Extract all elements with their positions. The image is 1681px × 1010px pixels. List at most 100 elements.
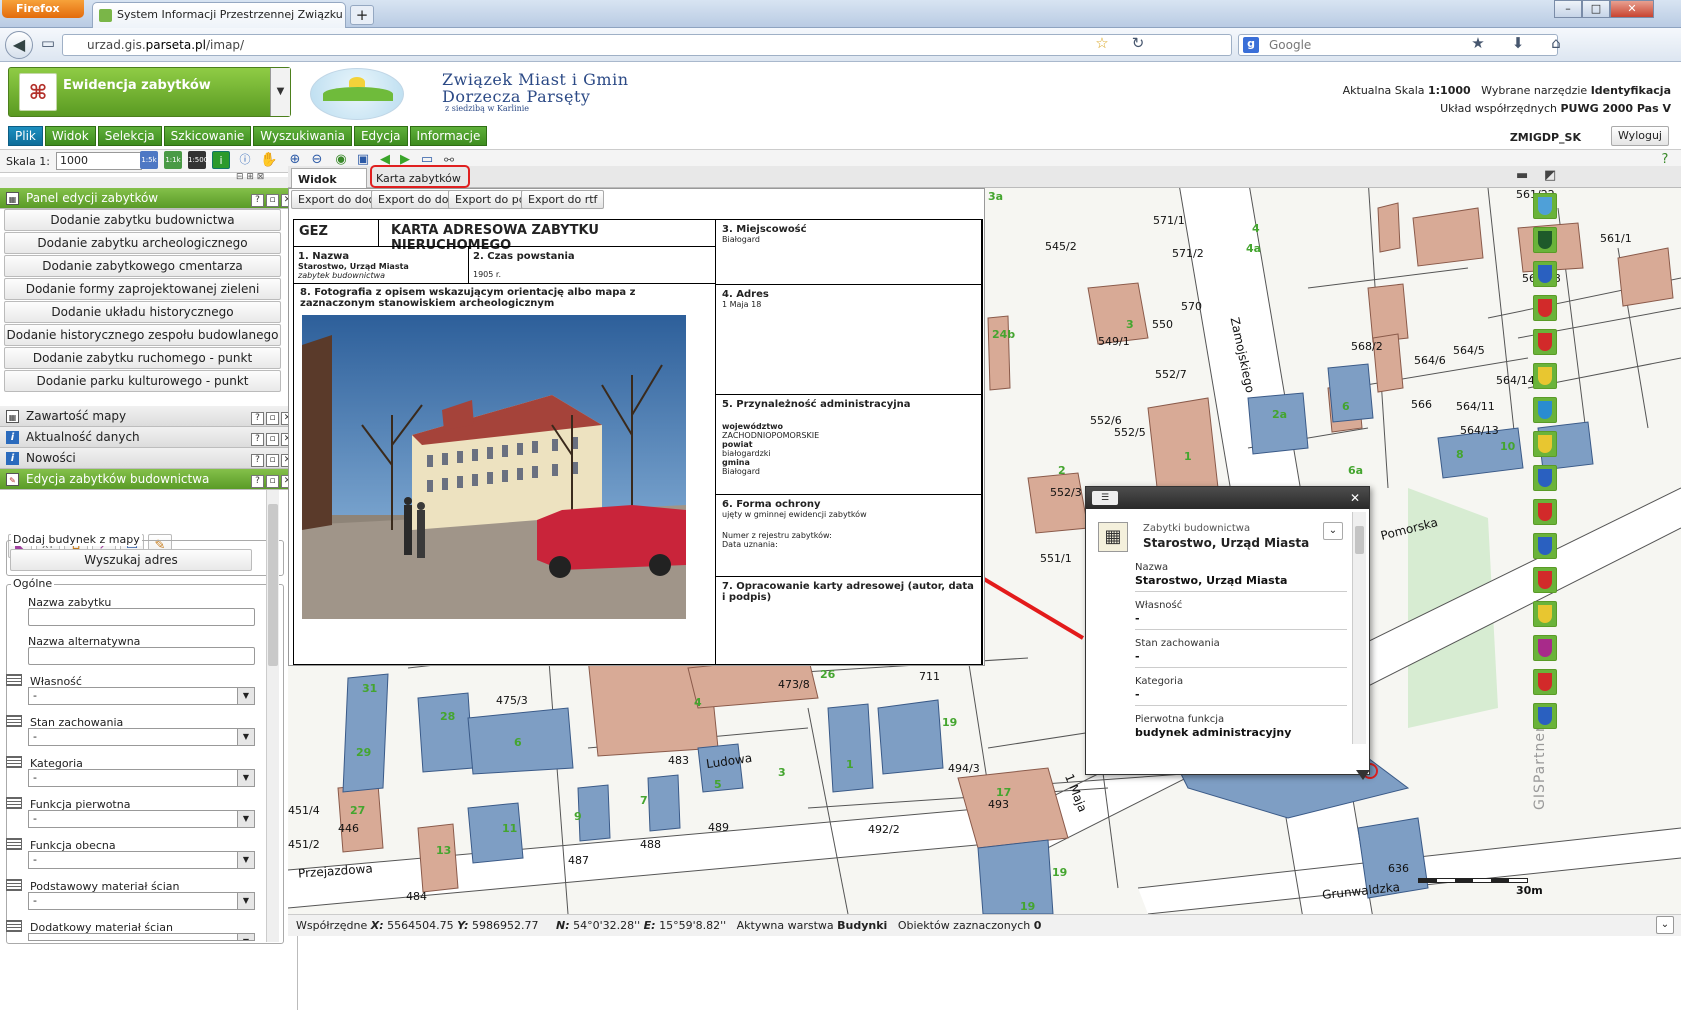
expand-status-icon[interactable]: ⌄ (1656, 916, 1674, 934)
popup-scrollbar[interactable] (1352, 512, 1366, 744)
bookmark-star-icon[interactable]: ☆ (1092, 34, 1112, 54)
scale-input[interactable]: 1000 (56, 152, 142, 170)
add-cemetery-button[interactable]: Dodanie zabytkowego cmentarza (4, 255, 281, 277)
pan-hand-icon[interactable]: ✋ (260, 151, 278, 169)
crest-button[interactable] (1533, 533, 1557, 559)
add-cultural-park-button[interactable]: Dodanie parku kulturowego - punkt (4, 370, 281, 392)
address-number: 9 (574, 810, 582, 823)
new-tab-button[interactable]: + (350, 5, 374, 25)
reload-icon[interactable]: ↻ (1128, 34, 1148, 54)
find-address-button[interactable]: Wyszukaj adres (10, 549, 252, 571)
menu-szkicowanie[interactable]: Szkicowanie (163, 126, 252, 146)
back-icon[interactable]: ◀ (5, 31, 33, 59)
crest-button[interactable] (1533, 635, 1557, 661)
menu-informacje[interactable]: Informacje (409, 126, 488, 146)
logout-button[interactable]: Wyloguj (1611, 126, 1669, 146)
url-bar[interactable]: urzad.gis.parseta.pl/imap/ (62, 34, 1232, 56)
restore-icon[interactable]: ▫ (266, 194, 279, 207)
add-building-button[interactable]: Dodanie zabytku budownictwa (4, 209, 281, 231)
extra-wall-material-select[interactable] (28, 933, 255, 941)
menu-wyszukiwania[interactable]: Wyszukiwania (253, 126, 352, 146)
crest-button[interactable] (1533, 193, 1557, 219)
popup-close-icon[interactable]: ✕ (1348, 491, 1362, 505)
menu-widok[interactable]: Widok (44, 126, 96, 146)
help-icon[interactable]: ? (251, 454, 264, 467)
help-icon[interactable]: ? (251, 412, 264, 425)
add-movable-monument-button[interactable]: Dodanie zabytku ruchomego - punkt (4, 347, 281, 369)
bookmarks-icon[interactable]: ★ (1468, 34, 1488, 54)
parcel-label: 711 (919, 670, 940, 683)
card-field-date: 2. Czas powstania 1905 r. (468, 246, 716, 284)
help-icon[interactable]: ? (251, 194, 264, 207)
menu-edycja[interactable]: Edycja (353, 126, 408, 146)
panel-layout-icons[interactable]: ⊟ ⊞ ⊠ (236, 172, 284, 184)
crest-button[interactable] (1533, 261, 1557, 287)
identify-icon[interactable]: i (212, 151, 230, 169)
restore-icon[interactable]: ▫ (266, 454, 279, 467)
crest-button[interactable] (1533, 329, 1557, 355)
panel-header-edit[interactable]: ▦Panel edycji zabytków?▫✕ (0, 188, 298, 209)
address-number: 6 (514, 736, 522, 749)
popup-menu-icon[interactable]: ☰ (1092, 491, 1118, 505)
minimize-button[interactable]: – (1554, 0, 1582, 18)
scale-preset-icon[interactable]: 1:5k (140, 151, 158, 169)
forward-icon[interactable]: ▭ (38, 34, 58, 54)
condition-label: Stan zachowania (6, 715, 123, 729)
popup-field-label: Własność (1135, 600, 1183, 611)
close-window-button[interactable]: ✕ (1610, 0, 1654, 18)
crest-button[interactable] (1533, 669, 1557, 695)
original-function-select[interactable]: - (28, 810, 255, 828)
module-selector[interactable]: ⌘ Ewidencja zabytków ▼ (8, 67, 291, 117)
panel-header-building-edit[interactable]: ✎Edycja zabytków budownictwa?▫✕ (0, 469, 298, 490)
help-icon[interactable]: ? (251, 475, 264, 488)
panel-header-news[interactable]: iNowości?▫✕ (0, 448, 298, 469)
crest-button[interactable] (1533, 397, 1557, 423)
crest-button[interactable] (1533, 431, 1557, 457)
alt-name-input[interactable] (28, 647, 255, 665)
export-rtf-button[interactable]: Export do rtf (521, 190, 605, 209)
add-green-form-button[interactable]: Dodanie formy zaprojektowanej zieleni (4, 278, 281, 300)
crest-button[interactable] (1533, 567, 1557, 593)
crest-button[interactable] (1533, 295, 1557, 321)
restore-icon[interactable]: ▫ (266, 475, 279, 488)
add-historic-layout-button[interactable]: Dodanie układu historycznego (4, 301, 281, 323)
crest-button[interactable] (1533, 703, 1557, 729)
chevron-down-icon[interactable]: ⌄ (1323, 522, 1343, 540)
download-icon[interactable]: ⬇ (1508, 34, 1528, 54)
ownership-label: Własność (6, 674, 82, 688)
condition-select[interactable]: - (28, 728, 255, 746)
firefox-menu-button[interactable]: Firefox (2, 0, 84, 18)
crest-button[interactable] (1533, 499, 1557, 525)
scale-preset-3-icon[interactable]: 1:500 (188, 151, 208, 169)
comment-icon[interactable]: ▬ (1516, 168, 1536, 186)
menu-selekcja[interactable]: Selekcja (97, 126, 162, 146)
parcel-label: 451/2 (288, 838, 320, 851)
address-number: 4a (1246, 242, 1262, 255)
help-icon[interactable]: ? (251, 433, 264, 446)
note-icon[interactable]: ◩ (1544, 168, 1564, 186)
info-icon[interactable]: ⓘ (236, 151, 254, 169)
chevron-down-icon[interactable]: ▼ (270, 68, 290, 116)
add-archaeological-button[interactable]: Dodanie zabytku archeologicznego (4, 232, 281, 254)
scale-preset-2-icon[interactable]: 1:1k (164, 151, 182, 169)
crest-button[interactable] (1533, 363, 1557, 389)
panel-header-data-currency[interactable]: iAktualność danych?▫✕ (0, 427, 298, 448)
panel-header-map-content[interactable]: ▦Zawartość mapy?▫✕ (0, 406, 298, 427)
crest-button[interactable] (1533, 465, 1557, 491)
tab-map-view[interactable]: Widok mapy (291, 168, 367, 199)
wall-material-select[interactable]: - (28, 892, 255, 910)
home-icon[interactable]: ⌂ (1546, 34, 1566, 54)
name-input[interactable] (28, 608, 255, 626)
crest-button[interactable] (1533, 601, 1557, 627)
restore-icon[interactable]: ▫ (266, 433, 279, 446)
add-building-complex-button[interactable]: Dodanie historycznego zespołu budowlaneg… (4, 324, 281, 346)
left-panel-scrollbar[interactable] (266, 490, 279, 942)
crest-button[interactable] (1533, 227, 1557, 253)
ownership-select[interactable]: - (28, 687, 255, 705)
maximize-button[interactable]: □ (1582, 0, 1610, 18)
menu-plik[interactable]: Plik (8, 126, 43, 146)
restore-icon[interactable]: ▫ (266, 412, 279, 425)
category-select[interactable]: - (28, 769, 255, 787)
browser-tab[interactable]: System Informacji Przestrzennej Związku … (92, 2, 346, 28)
current-function-select[interactable]: - (28, 851, 255, 869)
